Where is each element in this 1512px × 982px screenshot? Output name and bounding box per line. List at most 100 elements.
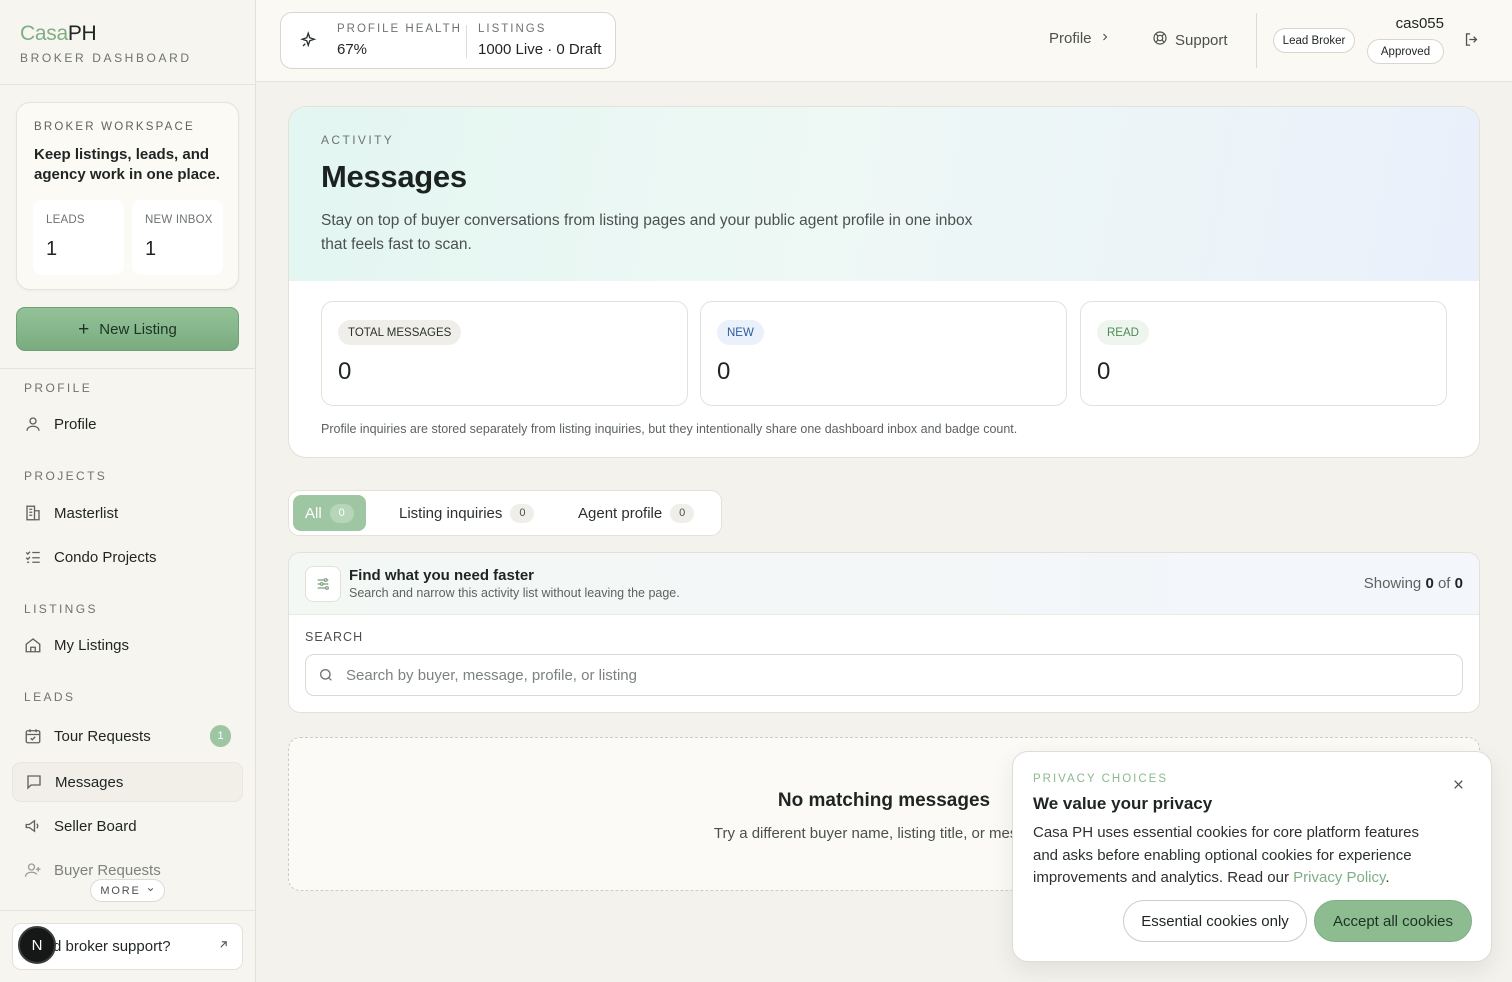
page-title: Messages — [321, 159, 467, 194]
filter-title: Find what you need faster — [349, 567, 535, 584]
divider — [1256, 13, 1257, 68]
divider — [466, 25, 467, 58]
new-listing-label: New Listing — [99, 320, 177, 338]
home-icon — [24, 636, 42, 654]
sidebar: CasaPH BROKER DASHBOARD BROKER WORKSPACE… — [0, 0, 256, 982]
tab-listing-inquiries[interactable]: Listing inquiries 0 — [387, 495, 546, 531]
new-messages-card: NEW 0 — [700, 301, 1067, 406]
avatar[interactable]: N — [18, 926, 56, 964]
listings-label: LISTINGS — [478, 23, 547, 35]
nav-section-projects: PROJECTS — [24, 469, 108, 483]
user-icon — [24, 415, 42, 433]
page-description: Stay on top of buyer conversations from … — [321, 212, 973, 253]
read-messages-value: 0 — [1097, 358, 1111, 385]
sparkle-icon — [300, 31, 318, 54]
total-messages-value: 0 — [338, 358, 352, 385]
building-icon — [24, 504, 42, 522]
role-badge: Lead Broker — [1273, 28, 1355, 53]
read-messages-card: READ 0 — [1080, 301, 1447, 406]
sidebar-item-my-listings[interactable]: My Listings — [12, 625, 243, 665]
total-messages-card: TOTAL MESSAGES 0 — [321, 301, 688, 406]
arrow-up-right-icon — [217, 938, 230, 955]
sidebar-item-label: Messages — [55, 773, 124, 791]
workspace-title: Keep listings, leads, and agency work in… — [34, 146, 220, 183]
tab-count: 0 — [510, 503, 535, 523]
cookie-title: We value your privacy — [1033, 794, 1213, 813]
lifebuoy-icon — [1152, 30, 1168, 50]
sidebar-item-label: Seller Board — [54, 817, 137, 835]
new-inbox-label: NEW INBOX — [145, 214, 213, 226]
user-plus-icon — [24, 861, 42, 879]
profile-health-card[interactable]: PROFILE HEALTH 67% LISTINGS 1000 Live · … — [280, 12, 616, 69]
filter-subtitle: Search and narrow this activity list wit… — [349, 586, 680, 600]
showing-total: 0 — [1454, 575, 1463, 592]
profile-health-value: 67% — [337, 41, 368, 58]
showing-of: of — [1437, 575, 1451, 592]
divider — [0, 84, 255, 85]
search-icon — [318, 667, 334, 688]
listings-summary: LISTINGS 1000 Live · 0 Draft — [478, 23, 601, 58]
sidebar-item-label: Condo Projects — [54, 548, 157, 566]
sidebar-item-seller-board[interactable]: Seller Board — [12, 806, 243, 846]
tab-agent-profile[interactable]: Agent profile 0 — [566, 495, 706, 531]
brand-casa: Casa — [20, 22, 68, 45]
new-messages-label: NEW — [717, 320, 764, 345]
cookie-banner: PRIVACY CHOICES We value your privacy Ca… — [1012, 751, 1492, 962]
accept-cookies-button[interactable]: Accept all cookies — [1314, 900, 1472, 942]
megaphone-icon — [24, 817, 42, 835]
broker-support-text: d broker support? — [53, 938, 171, 955]
essential-cookies-button[interactable]: Essential cookies only — [1123, 900, 1307, 942]
search-label: SEARCH — [305, 630, 364, 644]
messages-hero: ACTIVITY Messages Stay on top of buyer c… — [288, 106, 1480, 458]
sidebar-item-messages[interactable]: Messages — [12, 762, 243, 802]
search-input[interactable] — [346, 655, 1446, 695]
checklist-icon — [24, 548, 42, 566]
new-messages-value: 0 — [717, 358, 731, 385]
sidebar-item-label: My Listings — [54, 636, 130, 654]
username: cas055 — [1395, 15, 1444, 32]
tour-requests-badge: 1 — [210, 725, 231, 747]
privacy-policy-link[interactable]: Privacy Policy — [1293, 869, 1385, 886]
sidebar-item-tour-requests[interactable]: Tour Requests 1 — [12, 716, 243, 756]
more-label: MORE — [100, 884, 141, 897]
tab-label: All — [305, 504, 322, 522]
profile-health-label: PROFILE HEALTH — [337, 23, 462, 35]
support-link-label: Support — [1175, 31, 1228, 49]
tab-count: 0 — [670, 503, 695, 523]
plus-icon: + — [78, 318, 90, 340]
search-field[interactable] — [305, 654, 1463, 696]
listings-value: 1000 Live · 0 Draft — [478, 41, 602, 58]
logout-icon[interactable] — [1463, 31, 1480, 53]
filter-header: Find what you need faster Search and nar… — [289, 553, 1479, 615]
new-listing-button[interactable]: + New Listing — [16, 307, 239, 351]
leads-stat: LEADS 1 — [33, 200, 124, 275]
chevron-right-icon — [1099, 30, 1111, 47]
leads-value: 1 — [46, 238, 58, 260]
tab-label: Agent profile — [578, 504, 663, 522]
brand-logo[interactable]: CasaPH BROKER DASHBOARD — [20, 22, 192, 65]
sidebar-item-masterlist[interactable]: Masterlist — [12, 493, 243, 533]
cookie-eyebrow: PRIVACY CHOICES — [1033, 773, 1169, 785]
tab-all[interactable]: All 0 — [293, 495, 366, 531]
topbar: PROFILE HEALTH 67% LISTINGS 1000 Live · … — [256, 0, 1512, 82]
more-button[interactable]: MORE — [90, 879, 165, 902]
total-messages-label: TOTAL MESSAGES — [338, 320, 462, 345]
hero-eyebrow: ACTIVITY — [321, 133, 395, 147]
brand-ph: PH — [67, 22, 97, 45]
message-filter-tabs: All 0 Listing inquiries 0 Agent profile … — [288, 490, 722, 536]
showing-prefix: Showing — [1363, 575, 1422, 592]
sidebar-item-condo-projects[interactable]: Condo Projects — [12, 537, 243, 577]
profile-link[interactable]: Profile — [1049, 30, 1111, 47]
sidebar-item-label: Profile — [54, 415, 97, 433]
status-badge: Approved — [1367, 39, 1444, 64]
divider — [0, 368, 255, 369]
support-link[interactable]: Support — [1152, 30, 1228, 50]
brand-subtitle: BROKER DASHBOARD — [20, 51, 192, 65]
sidebar-item-label: Masterlist — [54, 504, 119, 522]
nav-section-profile: PROFILE — [24, 381, 93, 395]
read-messages-label: READ — [1097, 320, 1149, 345]
chevron-down-icon — [146, 885, 155, 897]
sidebar-item-profile[interactable]: Profile — [12, 404, 243, 444]
close-icon[interactable] — [1452, 778, 1465, 796]
workspace-eyebrow: BROKER WORKSPACE — [34, 121, 195, 133]
